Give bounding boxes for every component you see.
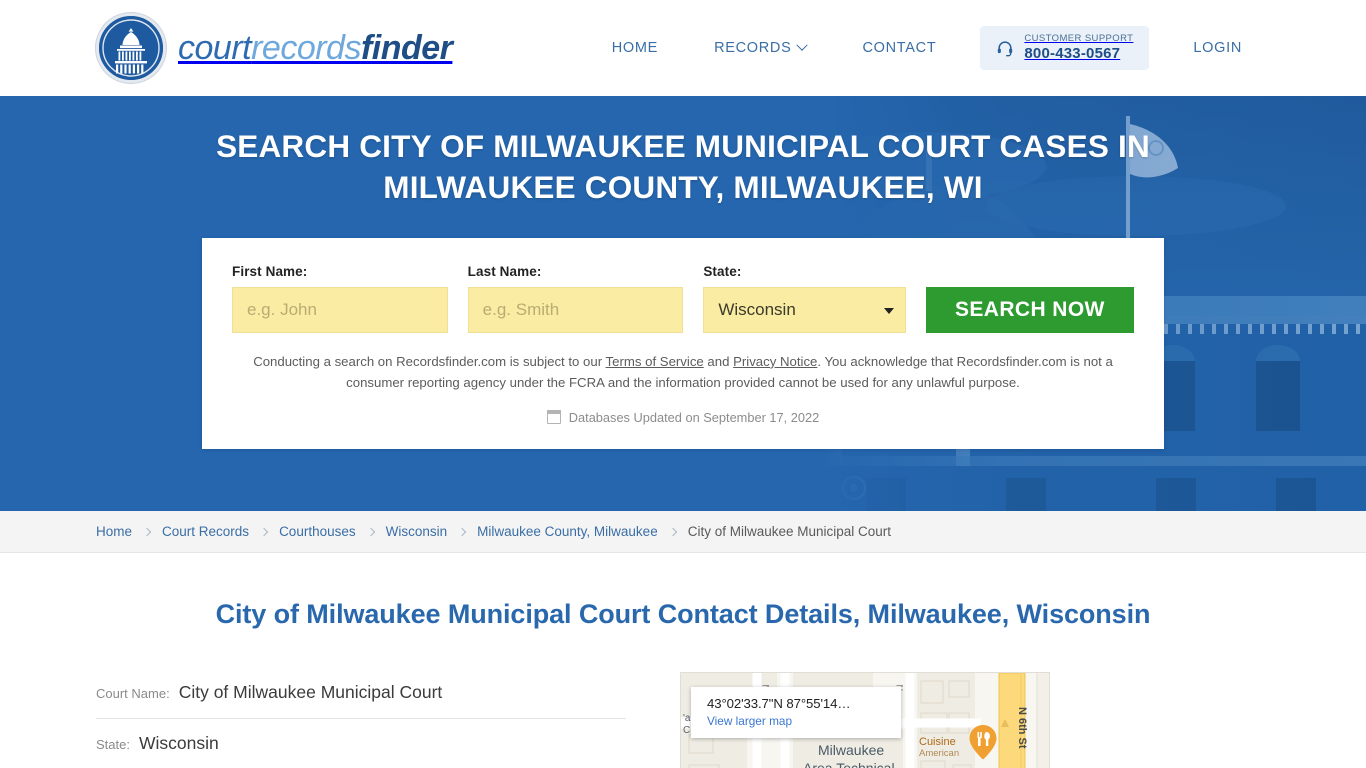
headset-icon <box>996 39 1014 57</box>
map-coordinates: 43°02'33.7"N 87°55'14… <box>707 696 851 711</box>
breadcrumb-item-court-records[interactable]: Court Records <box>162 524 249 539</box>
disclaimer-text-2: and <box>703 353 734 369</box>
brand-wordmark: courtrecordsfinder <box>178 28 453 68</box>
chevron-right-icon <box>259 527 269 536</box>
chevron-down-icon <box>883 307 894 314</box>
privacy-notice-link[interactable]: Privacy Notice <box>733 354 817 369</box>
nav-login[interactable]: LOGIN <box>1165 40 1270 56</box>
detail-value-state: Wisconsin <box>138 733 219 753</box>
support-text-block: CUSTOMER SUPPORT 800-433-0567 <box>1024 32 1134 62</box>
first-name-field: First Name: <box>232 264 448 333</box>
nav-contact[interactable]: CONTACT <box>834 40 964 56</box>
state-select-wrapper[interactable]: Wisconsin <box>703 286 906 333</box>
database-updated-text: Databases Updated on September 17, 2022 <box>568 409 820 425</box>
customer-support-button[interactable]: CUSTOMER SUPPORT 800-433-0567 <box>980 25 1150 71</box>
search-now-button[interactable]: SEARCH NOW <box>925 286 1134 333</box>
chevron-right-icon <box>366 527 375 536</box>
nav-contact-label: CONTACT <box>862 40 937 56</box>
svg-text:Area Technical: Area Technical <box>803 760 895 768</box>
court-detail-area: Court Name: City of Milwaukee Municipal … <box>0 672 1366 768</box>
breadcrumb-item-wisconsin[interactable]: Wisconsin <box>386 524 448 539</box>
brand-part-court: court <box>178 28 252 67</box>
main-content: City of Milwaukee Municipal Court Contac… <box>0 553 1366 768</box>
main-navigation: HOME RECORDS CONTACT CUSTOMER SUPPORT 80… <box>584 0 1270 96</box>
search-form-row: First Name: Last Name: State: Wisconsin … <box>232 264 1134 333</box>
detail-row: State: Wisconsin <box>96 719 626 768</box>
court-detail-list: Court Name: City of Milwaukee Municipal … <box>96 672 626 768</box>
support-label: CUSTOMER SUPPORT <box>1024 32 1134 44</box>
nav-login-label: LOGIN <box>1193 40 1242 56</box>
state-select[interactable]: Wisconsin <box>703 286 906 333</box>
svg-text:'a: 'a <box>683 713 691 724</box>
search-last-name-input[interactable] <box>467 286 684 333</box>
chevron-right-icon <box>457 527 467 536</box>
svg-text:C: C <box>683 725 690 736</box>
detail-row: Court Name: City of Milwaukee Municipal … <box>96 672 626 719</box>
detail-key-court-name: Court Name: <box>96 686 170 701</box>
site-header: courtrecordsfinder HOME RECORDS CONTACT … <box>0 0 1366 96</box>
breadcrumb-item-current: City of Milwaukee Municipal Court <box>687 524 892 539</box>
first-name-label: First Name: <box>232 263 308 279</box>
detail-value-court-name: City of Milwaukee Municipal Court <box>178 682 443 702</box>
terms-of-service-link[interactable]: Terms of Service <box>606 354 704 369</box>
nav-home-label: HOME <box>611 40 659 56</box>
breadcrumb-item-courthouses[interactable]: Courthouses <box>279 524 356 539</box>
calendar-icon <box>546 410 561 425</box>
brand-part-finder: finder <box>360 28 453 67</box>
page-title: City of Milwaukee Municipal Court Contac… <box>215 599 1151 629</box>
search-first-name-input[interactable] <box>232 286 448 333</box>
breadcrumb-item-milwaukee-county[interactable]: Milwaukee County, Milwaukee <box>477 524 658 539</box>
location-map[interactable]: N N N 6th St 'a C Milwaukee Area Technic… <box>680 672 1050 768</box>
breadcrumb: Home Court Records Courthouses Wisconsin… <box>96 524 891 539</box>
map-info-card: 43°02'33.7"N 87°55'14… View larger map <box>691 687 901 738</box>
last-name-label: Last Name: <box>467 263 542 279</box>
search-disclaimer: Conducting a search on Recordsfinder.com… <box>243 351 1123 394</box>
svg-text:Cuisine: Cuisine <box>919 736 956 748</box>
hero-title: SEARCH CITY OF MILWAUKEE MUNICIPAL COURT… <box>216 128 1150 205</box>
database-updated-line: Databases Updated on September 17, 2022 <box>232 410 1134 425</box>
svg-text:N 6th St: N 6th St <box>1016 707 1028 749</box>
nav-home[interactable]: HOME <box>584 40 686 56</box>
detail-key-state: State: <box>96 737 130 752</box>
state-field: State: Wisconsin <box>703 263 906 333</box>
hero-content: SEARCH CITY OF MILWAUKEE MUNICIPAL COURT… <box>0 96 1366 449</box>
view-larger-map-link[interactable]: View larger map <box>707 714 887 728</box>
chevron-down-icon <box>796 39 809 51</box>
svg-text:American: American <box>919 748 959 759</box>
chevron-right-icon <box>142 527 152 536</box>
capitol-dome-icon <box>96 13 166 83</box>
brand-logo[interactable]: courtrecordsfinder <box>96 13 453 83</box>
svg-text:Milwaukee: Milwaukee <box>818 742 884 758</box>
nav-records[interactable]: RECORDS <box>686 39 834 56</box>
hero-section: SEARCH CITY OF MILWAUKEE MUNICIPAL COURT… <box>0 96 1366 511</box>
brand-part-records: records <box>251 28 361 67</box>
last-name-field: Last Name: <box>467 263 684 333</box>
breadcrumb-item-home[interactable]: Home <box>96 524 132 539</box>
search-card: First Name: Last Name: State: Wisconsin … <box>202 237 1164 449</box>
state-label: State: <box>703 263 742 279</box>
support-phone: 800-433-0567 <box>1024 44 1121 62</box>
breadcrumb-bar: Home Court Records Courthouses Wisconsin… <box>0 511 1366 553</box>
chevron-right-icon <box>668 527 677 536</box>
disclaimer-text-1: Conducting a search on Recordsfinder.com… <box>253 353 606 369</box>
nav-records-label: RECORDS <box>714 40 792 56</box>
